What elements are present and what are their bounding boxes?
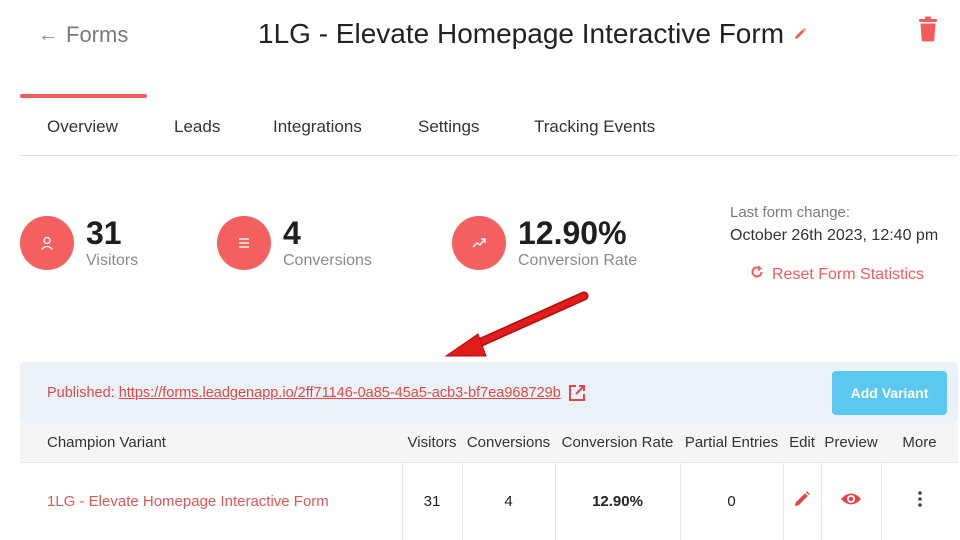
reset-stats-label: Reset Form Statistics: [772, 265, 925, 283]
stat-visitors: 31 Visitors: [20, 216, 138, 270]
tab-leads[interactable]: Leads: [174, 96, 220, 156]
col-conversion-rate: Conversion Rate: [555, 424, 680, 463]
conversion-rate-label: Conversion Rate: [518, 252, 638, 269]
col-conversions: Conversions: [462, 424, 555, 463]
page-title: 1LG - Elevate Homepage Interactive Form: [258, 18, 785, 49]
back-to-forms-link[interactable]: ← Forms: [38, 22, 128, 48]
conversion-rate-value: 12.90%: [518, 215, 627, 251]
col-visitors: Visitors: [402, 424, 462, 463]
col-champion-variant: Champion Variant: [20, 424, 402, 463]
preview-cell: [821, 462, 882, 540]
last-form-change: Last form change: October 26th 2023, 12:…: [730, 204, 950, 284]
reset-form-statistics-button[interactable]: Reset Form Statistics: [750, 265, 950, 284]
conversions-count: 4: [283, 215, 301, 251]
col-more: More: [881, 424, 958, 463]
table-header-row: Champion Variant Visitors Conversions Co…: [20, 424, 958, 463]
stat-conversions: 4 Conversions: [217, 216, 372, 270]
back-link-label: Forms: [66, 22, 129, 47]
external-link-icon[interactable]: [567, 383, 587, 403]
row-partial-entries: 0: [680, 462, 784, 540]
stat-conversion-rate: 12.90% Conversion Rate: [452, 216, 637, 270]
more-cell: [881, 462, 958, 540]
list-icon: [217, 216, 271, 270]
row-conversions: 4: [462, 462, 556, 540]
conversions-label: Conversions: [283, 252, 372, 269]
row-visitors: 31: [402, 462, 463, 540]
pencil-icon[interactable]: [793, 490, 811, 508]
tab-integrations[interactable]: Integrations: [273, 96, 362, 156]
pencil-icon[interactable]: [792, 26, 808, 42]
tab-settings[interactable]: Settings: [418, 96, 479, 156]
add-variant-button[interactable]: Add Variant: [832, 371, 947, 415]
refresh-icon: [750, 265, 764, 284]
last-change-label: Last form change:: [730, 204, 851, 221]
trash-icon[interactable]: [918, 16, 938, 42]
visitors-label: Visitors: [86, 252, 139, 269]
published-url-link[interactable]: https://forms.leadgenapp.io/2ff71146-0a8…: [119, 385, 561, 401]
variant-name-link[interactable]: 1LG - Elevate Homepage Interactive Form: [20, 462, 403, 540]
tab-bar: Overview Leads Integrations Settings Tra…: [20, 94, 958, 156]
tab-tracking-events[interactable]: Tracking Events: [534, 96, 655, 156]
user-icon: [20, 216, 74, 270]
row-conversion-rate: 12.90%: [555, 462, 681, 540]
col-partial-entries: Partial Entries: [680, 424, 783, 463]
variants-table: Champion Variant Visitors Conversions Co…: [20, 424, 958, 540]
table-row: 1LG - Elevate Homepage Interactive Form …: [20, 462, 958, 540]
eye-icon[interactable]: [840, 491, 862, 507]
published-bar: Published: https://forms.leadgenapp.io/2…: [20, 362, 958, 424]
edit-cell: [783, 462, 822, 540]
more-vertical-icon[interactable]: [917, 490, 923, 508]
col-preview: Preview: [821, 424, 881, 463]
trending-up-icon: [452, 216, 506, 270]
annotation-arrow-icon: [444, 291, 589, 357]
last-change-date: October 26th 2023, 12:40 pm: [730, 227, 939, 244]
visitors-count: 31: [86, 215, 122, 251]
col-edit: Edit: [783, 424, 821, 463]
published-label: Published:: [47, 385, 115, 401]
arrow-left-icon: ←: [38, 23, 58, 46]
page-title-wrapper: 1LG - Elevate Homepage Interactive Form: [258, 18, 808, 50]
tab-overview[interactable]: Overview: [20, 94, 147, 156]
